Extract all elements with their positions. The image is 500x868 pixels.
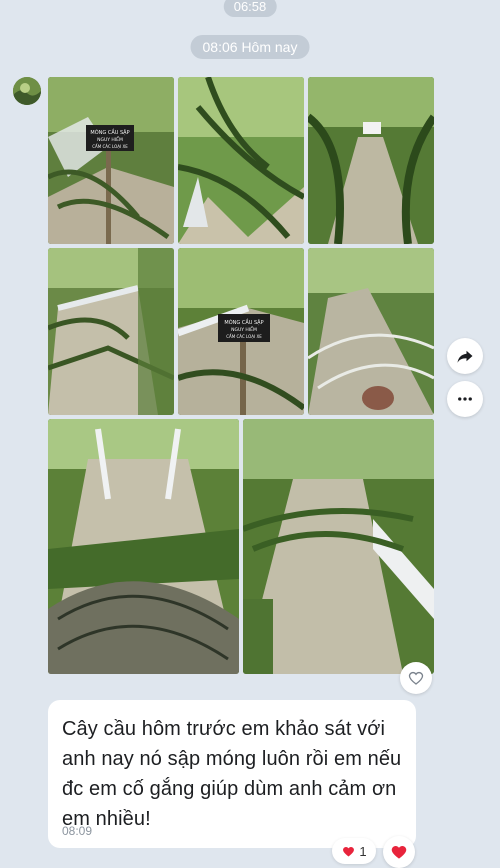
bridge-with-frond-photo[interactable]: [243, 419, 434, 674]
warning-sign-line-1: MÓNG CẦU SẬP: [90, 128, 129, 136]
reaction-count: 1: [359, 843, 367, 859]
message-bubble[interactable]: Cây cầu hôm trước em khảo sát với anh na…: [48, 700, 416, 848]
jungle-path-photo[interactable]: [308, 77, 434, 244]
heart-icon: [391, 845, 407, 859]
warning-sign-line-1: MÓNG CẦU SẬP: [224, 318, 263, 326]
bridge-sign-closeup-photo[interactable]: MÓNG CẦU SẬP NGUY HIỂM CẤM CÁC LOẠI XE: [178, 248, 304, 415]
reaction-summary[interactable]: 1: [332, 838, 376, 864]
sender-avatar[interactable]: [13, 77, 41, 105]
fallen-palm-bridge-photo[interactable]: [48, 419, 239, 674]
share-arrow-icon: [457, 350, 473, 363]
warning-sign-line-3: CẤM CÁC LOẠI XE: [226, 334, 262, 339]
react-heart-button[interactable]: [383, 836, 415, 868]
heart-icon: [343, 846, 355, 856]
like-button[interactable]: [400, 662, 432, 694]
date-separator: 08:06 Hôm nay: [190, 35, 310, 59]
share-button[interactable]: [447, 338, 483, 374]
palm-frond-photo[interactable]: [178, 77, 304, 244]
more-options-button[interactable]: [447, 381, 483, 417]
more-icon: [458, 397, 472, 401]
warning-sign-line-3: CẤM CÁC LOẠI XE: [92, 144, 128, 149]
collapsed-frond-photo[interactable]: [308, 248, 434, 415]
status-clock: 06:58: [223, 0, 277, 17]
broken-deck-photo[interactable]: [48, 248, 174, 415]
message-text: Cây cầu hôm trước em khảo sát với anh na…: [62, 718, 402, 830]
message-time: 08:09: [62, 824, 93, 838]
heart-outline-icon: [408, 671, 424, 685]
bridge-sign-photo[interactable]: MÓNG CẦU SẬP NGUY HIỂM CẤM CÁC LOẠI XE: [48, 77, 174, 244]
